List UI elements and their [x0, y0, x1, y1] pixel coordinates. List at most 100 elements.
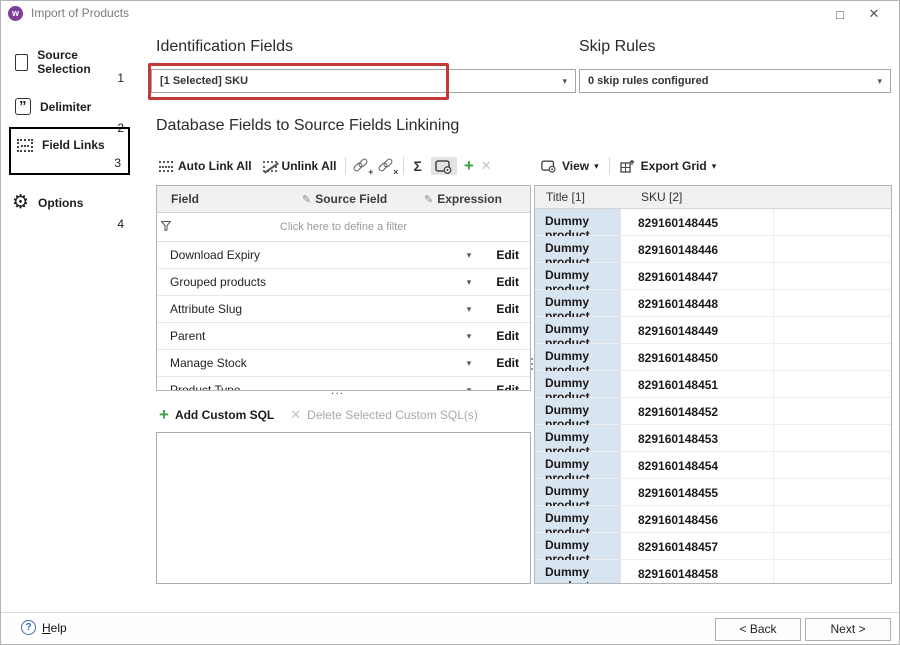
- pencil-icon: ✎: [302, 194, 311, 206]
- auto-link-all-button[interactable]: Auto Link All: [157, 156, 254, 176]
- title-bar: w Import of Products □ ✕: [1, 1, 899, 25]
- column-header-source-field[interactable]: ✎Source Field: [302, 192, 424, 206]
- sidebar-item-label: Field Links: [42, 138, 105, 152]
- preview-row[interactable]: Dummy product 829160148450: [535, 344, 891, 371]
- dotted-grid-icon: [17, 139, 33, 152]
- source-field-dropdown[interactable]: ▾: [452, 304, 486, 315]
- add-custom-sql-button[interactable]: + Add Custom SQL: [159, 408, 274, 422]
- preview-row[interactable]: Dummy product 829160148455: [535, 479, 891, 506]
- preview-row[interactable]: Dummy product 829160148447: [535, 263, 891, 290]
- column-header-title[interactable]: Title [1]: [535, 190, 627, 204]
- expression-sigma-button[interactable]: Σ: [411, 158, 423, 174]
- column-header-field[interactable]: Field: [157, 192, 302, 206]
- export-grid-button[interactable]: Export Grid ▾: [618, 156, 719, 176]
- title-cell: Dummy product: [535, 479, 624, 505]
- eye-box-icon: [435, 160, 453, 174]
- sku-cell: 829160148446: [624, 236, 774, 262]
- back-button[interactable]: < Back: [715, 618, 801, 641]
- skip-rules-dropdown[interactable]: 0 skip rules configured ▾: [579, 69, 891, 93]
- chevron-down-icon: ▾: [877, 76, 882, 87]
- add-link-button[interactable]: +: [353, 159, 371, 174]
- source-field-dropdown[interactable]: ▾: [452, 250, 486, 261]
- wizard-sidebar: Source Selection 1 Delimiter 2 Field Lin…: [1, 25, 149, 611]
- window-title: Import of Products: [31, 6, 823, 20]
- document-icon: [15, 54, 28, 71]
- add-row-button[interactable]: +: [464, 159, 474, 173]
- edit-expression-button[interactable]: Edit: [486, 383, 530, 391]
- field-row[interactable]: ▸ Manage Stock ▾ Edit: [157, 350, 530, 377]
- grid-resize-grip[interactable]: ...: [331, 385, 344, 395]
- delete-custom-sql-label: Delete Selected Custom SQL(s): [307, 408, 478, 422]
- sidebar-item-options[interactable]: ⚙ Options 4: [9, 191, 129, 231]
- custom-sql-input[interactable]: [156, 432, 531, 584]
- import-products-window: w Import of Products □ ✕ Source Selectio…: [0, 0, 900, 645]
- preview-row[interactable]: Dummy product 829160148446: [535, 236, 891, 263]
- edit-expression-button[interactable]: Edit: [486, 275, 530, 289]
- preview-row[interactable]: Dummy product 829160148454: [535, 452, 891, 479]
- preview-row[interactable]: Dummy product 829160148445: [535, 209, 891, 236]
- column-header-sku[interactable]: SKU [2]: [627, 190, 682, 204]
- filter-funnel-icon: [157, 218, 175, 236]
- remove-link-button[interactable]: ×: [378, 159, 396, 174]
- edit-expression-button[interactable]: Edit: [486, 248, 530, 262]
- edit-expression-button[interactable]: Edit: [486, 329, 530, 343]
- preview-grid-body: Dummy product 829160148445 Dummy product…: [535, 209, 891, 584]
- help-button[interactable]: ? Help: [21, 620, 67, 635]
- source-field-dropdown[interactable]: ▾: [452, 385, 486, 392]
- preview-row[interactable]: Dummy product 829160148449: [535, 317, 891, 344]
- identification-fields-value: [1 Selected] SKU: [160, 75, 248, 87]
- sidebar-item-label: Options: [38, 196, 83, 210]
- field-name: Grouped products: [170, 275, 452, 289]
- field-name: Parent: [170, 329, 452, 343]
- title-cell: Dummy product: [535, 425, 624, 451]
- linking-toolbar: Auto Link All Unlink All + × Σ + ✕: [157, 152, 492, 180]
- source-field-dropdown[interactable]: ▾: [452, 358, 486, 369]
- skip-rules-heading: Skip Rules: [579, 38, 655, 56]
- preview-toggle-button[interactable]: [431, 157, 457, 175]
- preview-row[interactable]: Dummy product 829160148453: [535, 425, 891, 452]
- sku-cell: 829160148454: [624, 452, 774, 478]
- field-row[interactable]: ▸ Download Expiry ▾ Edit: [157, 242, 530, 269]
- sidebar-item-field-links[interactable]: Field Links 3: [9, 127, 130, 175]
- close-button[interactable]: ✕: [857, 4, 891, 22]
- field-row[interactable]: ▸ Parent ▾ Edit: [157, 323, 530, 350]
- next-button[interactable]: Next >: [805, 618, 891, 641]
- pencil-icon: ✎: [424, 194, 433, 206]
- identification-fields-dropdown[interactable]: [1 Selected] SKU ▾: [151, 69, 576, 93]
- preview-row[interactable]: Dummy product 829160148451: [535, 371, 891, 398]
- source-field-dropdown[interactable]: ▾: [452, 277, 486, 288]
- help-icon: ?: [21, 620, 36, 635]
- title-cell: Dummy product: [535, 560, 624, 584]
- delete-row-button-disabled: ✕: [481, 158, 492, 174]
- view-button[interactable]: View ▾: [539, 156, 601, 176]
- skip-rules-value: 0 skip rules configured: [588, 75, 708, 87]
- field-grid-header: Field ✎Source Field ✎Expression: [157, 186, 530, 213]
- source-field-dropdown[interactable]: ▾: [452, 331, 486, 342]
- filter-row[interactable]: Click here to define a filter: [157, 213, 530, 242]
- dotted-grid-icon: [159, 161, 173, 172]
- edit-expression-button[interactable]: Edit: [486, 356, 530, 370]
- preview-row[interactable]: Dummy product 829160148458: [535, 560, 891, 584]
- field-row[interactable]: ▸ Attribute Slug ▾ Edit: [157, 296, 530, 323]
- filter-placeholder: Click here to define a filter: [175, 221, 530, 233]
- view-label: View: [562, 159, 589, 173]
- toolbar-separator: [609, 157, 610, 175]
- unlink-all-button[interactable]: Unlink All: [261, 156, 339, 176]
- field-row[interactable]: ▸ Grouped products ▾ Edit: [157, 269, 530, 296]
- unlink-all-label: Unlink All: [282, 159, 337, 173]
- sku-cell: 829160148445: [624, 209, 774, 235]
- maximize-button[interactable]: □: [823, 5, 857, 22]
- app-logo-icon: w: [8, 6, 23, 21]
- sku-cell: 829160148451: [624, 371, 774, 397]
- column-header-expression[interactable]: ✎Expression: [424, 192, 530, 206]
- grid-view-toolbar: View ▾ Export Grid ▾: [539, 152, 718, 180]
- auto-link-all-label: Auto Link All: [178, 159, 252, 173]
- preview-row[interactable]: Dummy product 829160148456: [535, 506, 891, 533]
- eye-box-icon: [541, 160, 557, 173]
- edit-expression-button[interactable]: Edit: [486, 302, 530, 316]
- preview-row[interactable]: Dummy product 829160148452: [535, 398, 891, 425]
- preview-row[interactable]: Dummy product 829160148457: [535, 533, 891, 560]
- sidebar-item-source-selection[interactable]: Source Selection 1: [9, 45, 129, 85]
- field-name: Attribute Slug: [170, 302, 452, 316]
- preview-row[interactable]: Dummy product 829160148448: [535, 290, 891, 317]
